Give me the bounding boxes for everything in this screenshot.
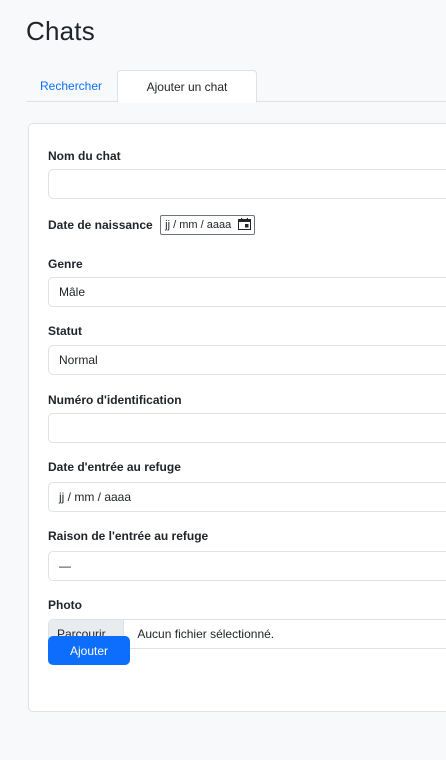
entry-reason-select[interactable]: — [48, 551, 446, 581]
birth-date-label: Date de naissance [48, 218, 153, 232]
page: Chats Rechercher Ajouter un chat Nom du … [0, 0, 446, 760]
entry-date-label: Date d'entrée au refuge [48, 460, 181, 474]
photo-label: Photo [48, 598, 82, 612]
identification-input[interactable] [48, 413, 446, 443]
identification-label: Numéro d'identification [48, 393, 182, 407]
file-status-text: Aucun fichier sélectionné. [137, 627, 275, 641]
birth-date-row: Date de naissance jj / mm / aaaa [48, 215, 256, 235]
entry-date-input[interactable]: jj / mm / aaaa [48, 482, 446, 512]
gender-label: Genre [48, 257, 83, 271]
gender-select[interactable]: Mâle [48, 277, 446, 307]
birth-date-input[interactable]: jj / mm / aaaa [160, 215, 256, 235]
entry-reason-label: Raison de l'entrée au refuge [48, 529, 209, 543]
tab-ajouter-un-chat[interactable]: Ajouter un chat [117, 70, 257, 103]
birth-date-value: jj / mm / aaaa [165, 219, 232, 231]
status-select[interactable]: Normal [48, 345, 446, 375]
status-label: Statut [48, 324, 82, 338]
page-title: Chats [26, 16, 95, 46]
calendar-icon[interactable] [238, 218, 252, 230]
tab-bar: Rechercher Ajouter un chat [26, 70, 446, 103]
name-label: Nom du chat [48, 149, 121, 163]
add-cat-form-card: Nom du chat Date de naissance jj / mm / … [28, 123, 446, 712]
name-input[interactable] [48, 169, 446, 199]
add-button[interactable]: Ajouter [48, 636, 130, 665]
tab-rechercher[interactable]: Rechercher [34, 70, 108, 102]
